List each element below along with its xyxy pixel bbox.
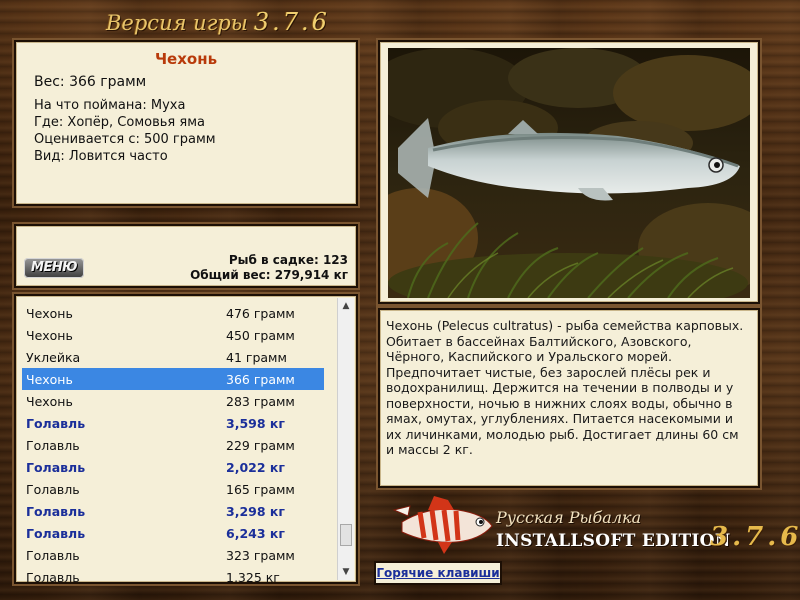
catch-row[interactable]: Голавль 1,325 кг bbox=[22, 566, 324, 584]
catch-row[interactable]: Уклейка 41 грамм bbox=[22, 346, 324, 368]
catch-row-weight: 1,325 кг bbox=[226, 570, 280, 584]
catch-row-weight: 229 грамм bbox=[226, 438, 295, 453]
catch-row[interactable]: Голавль 165 грамм bbox=[22, 478, 324, 500]
catch-row-fish: Голавль bbox=[26, 504, 86, 519]
catch-row-weight: 6,243 кг bbox=[226, 526, 285, 541]
catch-row-weight: 2,022 кг bbox=[226, 460, 285, 475]
fish-name: Чехонь bbox=[154, 50, 218, 68]
version-header: Версия игры 3.7.6 bbox=[106, 8, 330, 38]
logo-title: Русская Рыбалка bbox=[496, 508, 642, 527]
catch-row-fish: Чехонь bbox=[26, 394, 73, 409]
fish-frequency: Вид: Ловится часто bbox=[34, 149, 168, 164]
version-title: Версия игры bbox=[106, 11, 248, 35]
catch-row[interactable]: Голавль 2,022 кг bbox=[22, 456, 324, 478]
catch-row-fish: Голавль bbox=[26, 570, 80, 584]
catch-row[interactable]: Чехонь 283 грамм bbox=[22, 390, 324, 412]
catch-row[interactable]: Чехонь 366 грамм bbox=[22, 368, 324, 390]
catch-summary-panel: МЕНЮ Рыб в садке: 123 Общий вес: 279,914… bbox=[14, 224, 358, 288]
fish-description-panel: Чехонь (Pelecus cultratus) - рыба семейс… bbox=[378, 308, 760, 488]
catch-row-weight: 165 грамм bbox=[226, 482, 295, 497]
logo-edition: INSTALLSOFT EDITION bbox=[496, 531, 731, 551]
catch-row[interactable]: Чехонь 476 грамм bbox=[22, 302, 324, 324]
catch-row[interactable]: Голавль 323 грамм bbox=[22, 544, 324, 566]
logo-version: 3.7.6 bbox=[710, 522, 800, 552]
fish-description: Чехонь (Pelecus cultratus) - рыба семейс… bbox=[386, 318, 744, 457]
catch-row-fish: Голавль bbox=[26, 438, 80, 453]
catch-row[interactable]: Голавль 3,598 кг bbox=[22, 412, 324, 434]
perch-icon bbox=[392, 496, 493, 554]
scroll-thumb[interactable] bbox=[340, 524, 352, 546]
game-logo: Русская Рыбалка INSTALLSOFT EDITION 3.7.… bbox=[388, 492, 798, 560]
fish-photo bbox=[388, 48, 750, 298]
catch-row-fish: Голавль bbox=[26, 548, 80, 563]
catch-row[interactable]: Голавль 3,298 кг bbox=[22, 500, 324, 522]
version-number: 3.7.6 bbox=[253, 8, 330, 36]
catch-row-weight: 3,598 кг bbox=[226, 416, 285, 431]
scroll-up-icon[interactable]: ▲ bbox=[338, 298, 354, 314]
fish-photo-frame bbox=[378, 40, 760, 304]
fish-weight: Вес: 366 грамм bbox=[34, 74, 147, 90]
catch-row-fish: Чехонь bbox=[26, 306, 73, 321]
fish-location: Где: Хопёр, Сомовья яма bbox=[34, 115, 205, 130]
catch-row-weight: 41 грамм bbox=[226, 350, 287, 365]
catch-row-fish: Голавль bbox=[26, 526, 86, 541]
catch-row-fish: Голавль bbox=[26, 460, 86, 475]
catch-row-fish: Уклейка bbox=[26, 350, 81, 365]
fish-bait: На что поймана: Муха bbox=[34, 98, 186, 113]
catch-row[interactable]: Чехонь 450 грамм bbox=[22, 324, 324, 346]
catch-row-fish: Чехонь bbox=[26, 372, 73, 387]
menu-button[interactable]: МЕНЮ bbox=[24, 258, 84, 278]
fish-valuation: Оценивается с: 500 грамм bbox=[34, 132, 216, 147]
catch-row[interactable]: Голавль 229 грамм bbox=[22, 434, 324, 456]
catch-list[interactable]: Чехонь 476 грамм Чехонь 450 грамм Уклейка 41 … bbox=[14, 294, 358, 584]
catch-row-fish: Голавль bbox=[26, 416, 86, 431]
fish-info-panel: Чехонь Вес: 366 грамм На что поймана: Му… bbox=[14, 40, 358, 206]
hotkeys-button[interactable]: Горячие клавиши bbox=[374, 561, 502, 585]
scroll-down-icon[interactable]: ▼ bbox=[338, 564, 354, 580]
catch-row-weight: 476 грамм bbox=[226, 306, 295, 321]
catch-row-fish: Чехонь bbox=[26, 328, 73, 343]
fish-count: Рыб в садке: 123 bbox=[228, 253, 348, 267]
catch-row-fish: Голавль bbox=[26, 482, 80, 497]
catch-row-weight: 3,298 кг bbox=[226, 504, 285, 519]
list-scrollbar[interactable]: ▲ ▼ bbox=[337, 298, 354, 580]
catch-row-weight: 366 грамм bbox=[226, 372, 295, 387]
total-weight: Общий вес: 279,914 кг bbox=[190, 268, 348, 282]
catch-row-weight: 323 грамм bbox=[226, 548, 295, 563]
catch-row-weight: 450 грамм bbox=[226, 328, 295, 343]
catch-row[interactable]: Голавль 6,243 кг bbox=[22, 522, 324, 544]
catch-row-weight: 283 грамм bbox=[226, 394, 295, 409]
